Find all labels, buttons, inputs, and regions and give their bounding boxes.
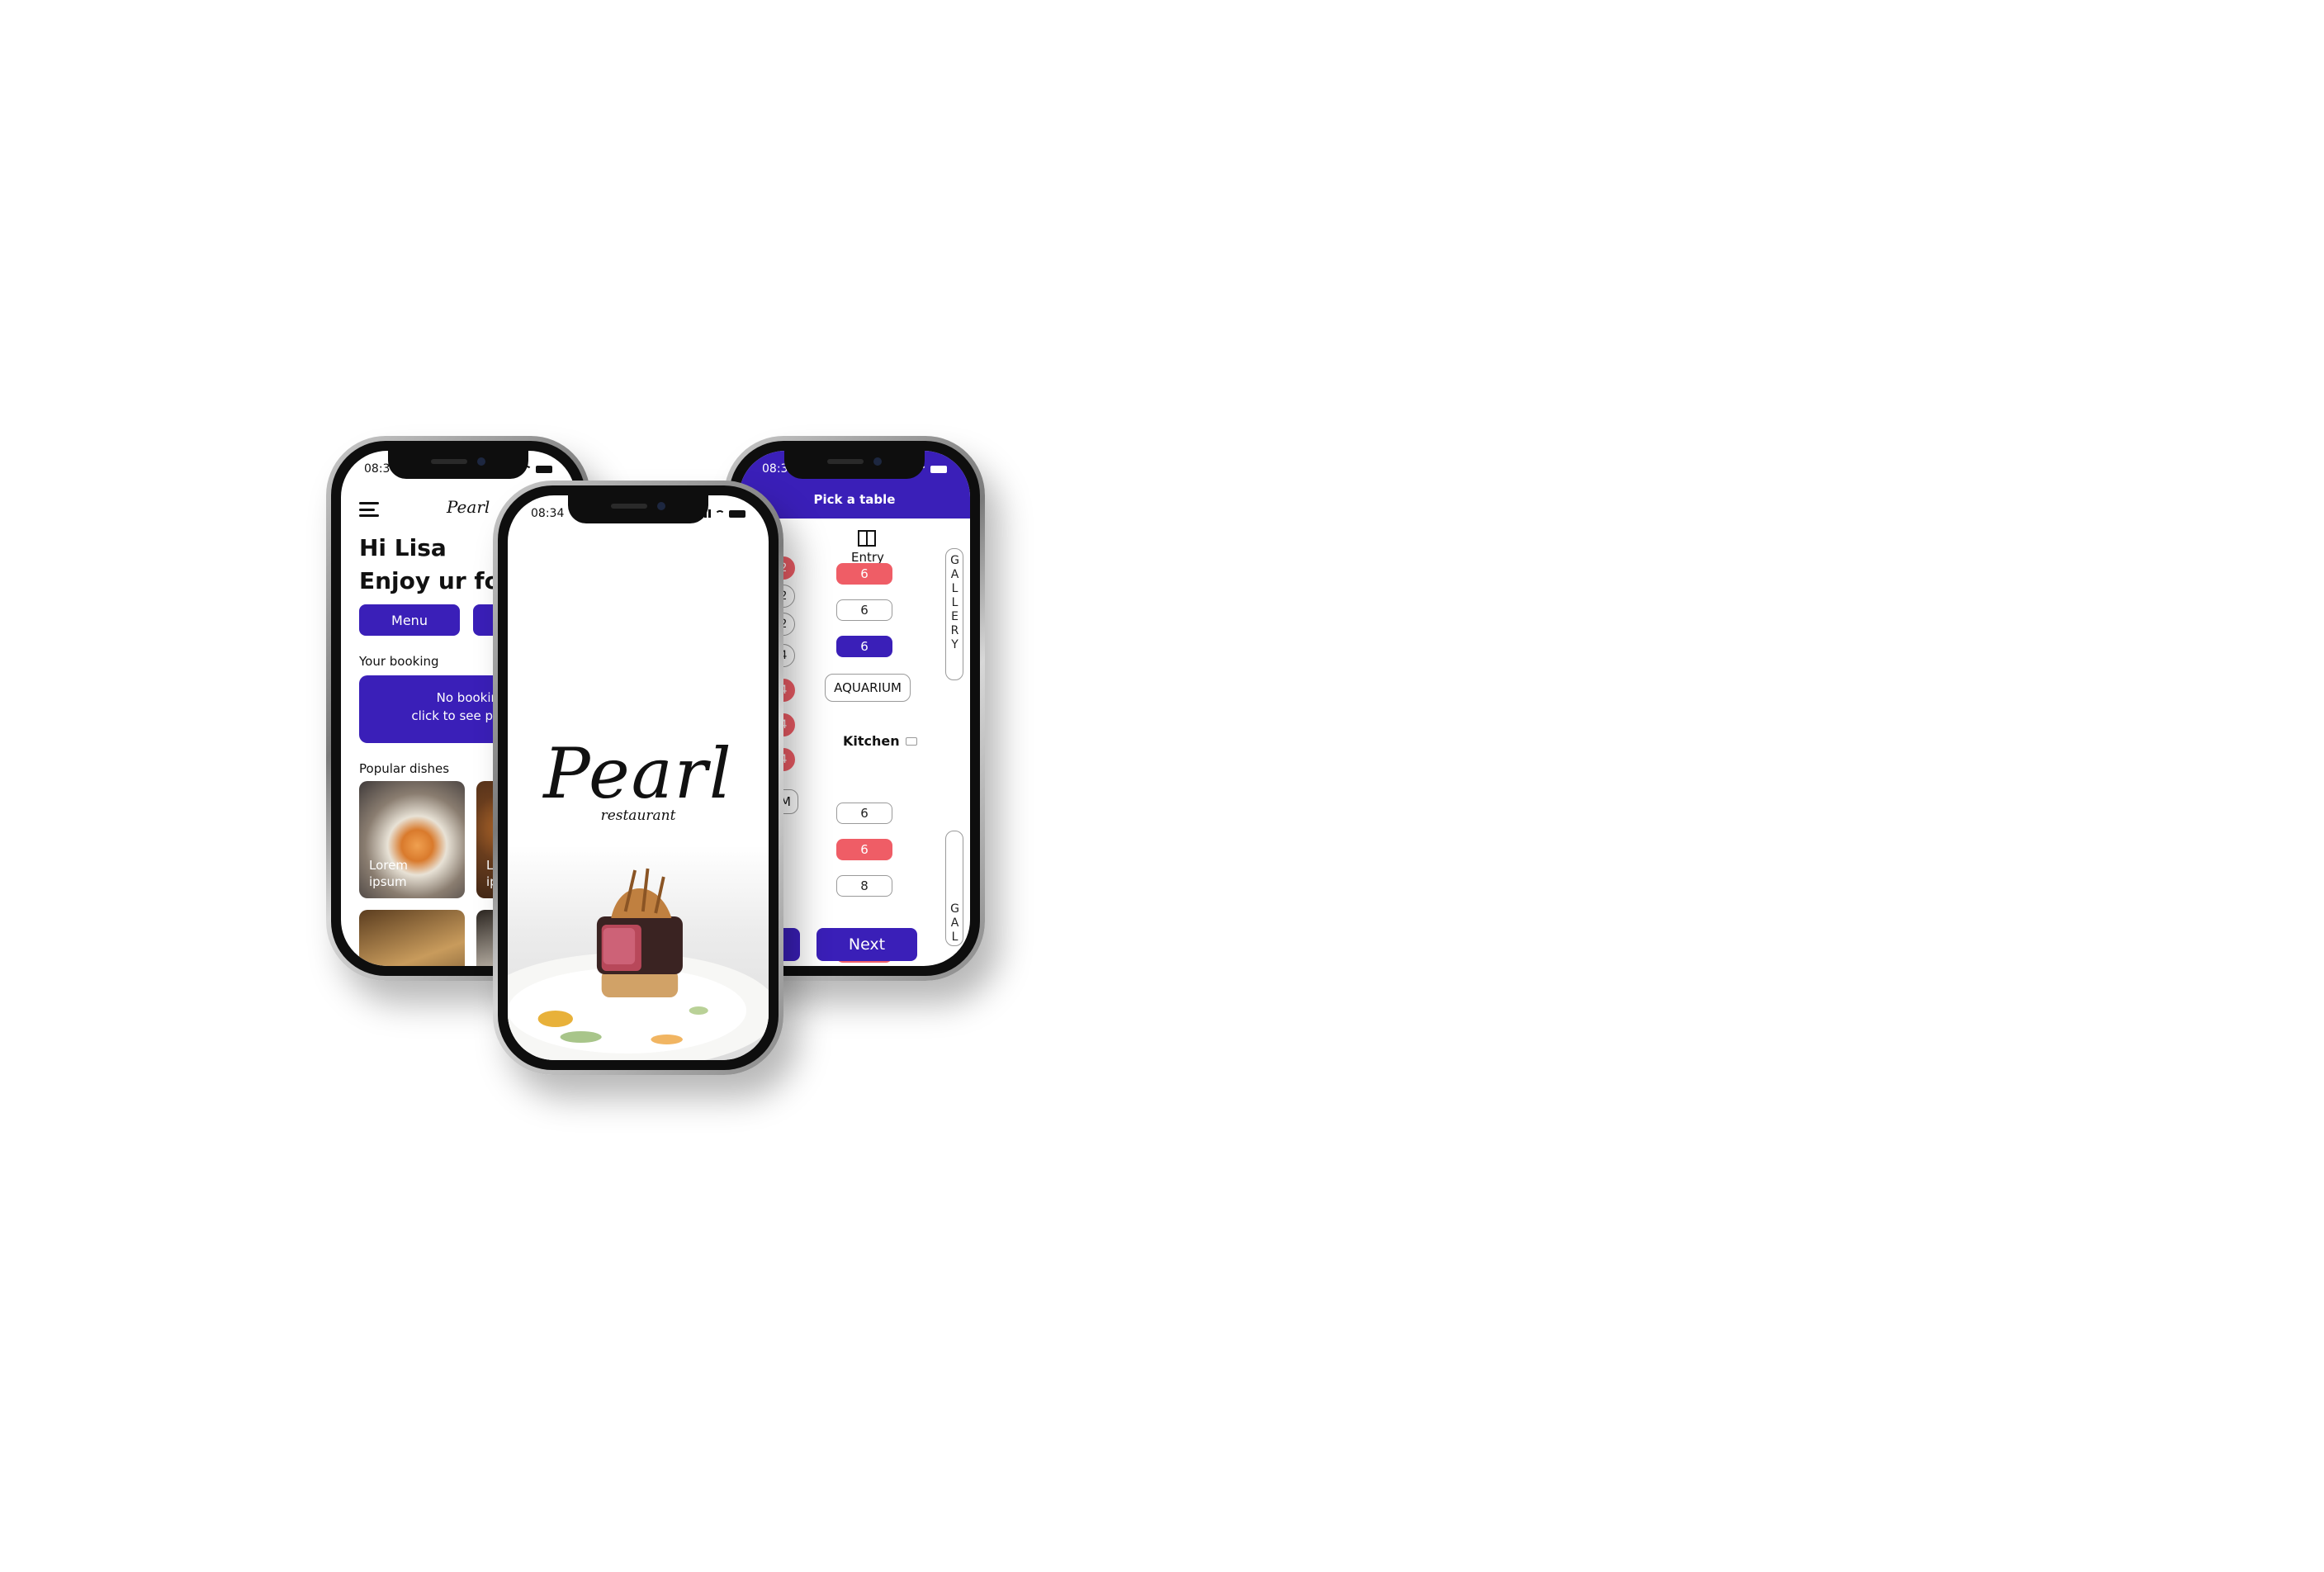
dish-label: Lorem ipsum	[369, 858, 408, 889]
splash-subtitle: restaurant	[600, 807, 676, 824]
hamburger-menu-icon[interactable]	[359, 502, 379, 517]
mockup-stage: 08:34 Pearl Hi Lisa Enjoy ur food Menu Y…	[0, 0, 2324, 1572]
rect-table[interactable]: 6	[836, 563, 892, 585]
dish-card[interactable]: Lorem ipsum	[359, 781, 465, 898]
next-button[interactable]: Next	[816, 928, 917, 961]
app-logo: Pearl	[447, 497, 490, 517]
wifi-icon	[715, 509, 725, 518]
aquarium-area: AQUARIUM	[825, 674, 911, 702]
gallery-area: GALLERY	[945, 548, 963, 680]
splash-logo: Pearl	[543, 733, 733, 814]
arrow-icon	[906, 737, 917, 746]
notch	[784, 451, 925, 479]
booking-section-label: Your booking	[359, 654, 439, 669]
door-icon	[858, 530, 876, 547]
battery-icon	[930, 465, 947, 473]
status-time: 08:34	[531, 507, 565, 520]
menu-button[interactable]: Menu	[359, 604, 460, 636]
rect-table[interactable]: 8	[836, 875, 892, 897]
battery-icon	[729, 509, 745, 518]
rect-table-selected[interactable]: 6	[836, 636, 892, 657]
screen-title: Pick a table	[813, 492, 896, 507]
notch	[568, 495, 708, 523]
gallery-area: GAL	[945, 831, 963, 946]
hero-steak-image	[508, 845, 769, 1060]
popular-section-label: Popular dishes	[359, 761, 450, 776]
steak-dish-illustration	[508, 868, 769, 1060]
splash-screen: 08:34 Pearl restaurant	[508, 495, 769, 1060]
phone-splash: 08:34 Pearl restaurant	[493, 481, 783, 1075]
rect-table[interactable]: 6	[836, 839, 892, 860]
battery-icon	[536, 465, 552, 473]
notch	[388, 451, 528, 479]
kitchen-label: Kitchen	[843, 733, 900, 749]
rect-table[interactable]: 6	[836, 599, 892, 621]
rect-table[interactable]: 6	[836, 803, 892, 824]
dish-card[interactable]	[359, 910, 465, 966]
